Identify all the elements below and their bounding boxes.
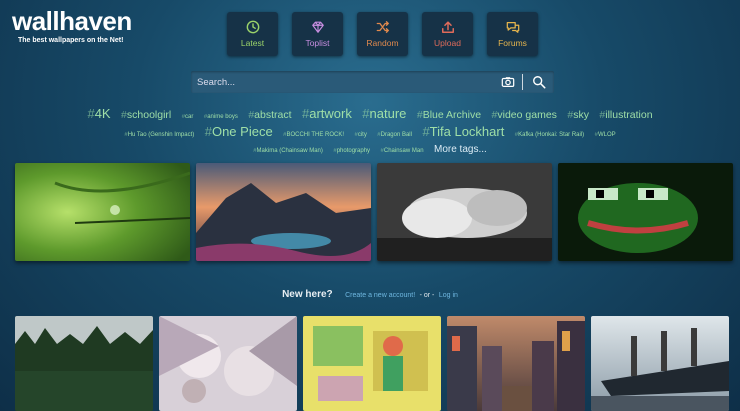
nav-random-button[interactable]: Random xyxy=(357,12,408,56)
tag-chainsaw-man[interactable]: #Chainsaw Man xyxy=(381,143,424,159)
nav-toplist-button[interactable]: Toplist xyxy=(292,12,343,56)
wallpaper-thumbnail[interactable] xyxy=(196,163,371,261)
tag-photography[interactable]: #photography xyxy=(333,143,370,159)
wallpaper-thumbnail[interactable] xyxy=(15,316,153,411)
tag-sky[interactable]: #sky xyxy=(567,106,589,124)
new-here-banner: New here? Create a new account! - or - L… xyxy=(0,284,740,302)
gem-icon xyxy=(311,21,324,33)
search-icon[interactable] xyxy=(532,75,546,89)
tag-one-piece[interactable]: #One Piece xyxy=(205,123,273,141)
tag-4k[interactable]: #4K xyxy=(87,105,110,123)
nav-toplist-label: Toplist xyxy=(305,38,330,48)
nav-latest-label: Latest xyxy=(240,38,265,48)
upload-icon xyxy=(441,21,454,33)
shuffle-icon xyxy=(376,21,389,33)
tag-artwork[interactable]: #artwork xyxy=(302,105,352,123)
tag-cloud-row-3: #Makima (Chainsaw Man) #photography #Cha… xyxy=(0,140,740,159)
tag-schoolgirl[interactable]: #schoolgirl xyxy=(121,106,171,124)
tag-makima[interactable]: #Makima (Chainsaw Man) xyxy=(253,143,323,159)
recent-wallpapers xyxy=(15,316,729,411)
clock-icon xyxy=(246,20,259,34)
site-logo[interactable]: wallhaven The best wallpapers on the Net… xyxy=(12,6,132,44)
wallpaper-thumbnail[interactable] xyxy=(377,163,552,261)
tag-illustration[interactable]: #illustration xyxy=(599,106,652,124)
wallpaper-thumbnail[interactable] xyxy=(591,316,729,411)
featured-wallpapers xyxy=(15,163,733,261)
search-input[interactable] xyxy=(191,71,503,93)
nav-forums-label: Forums xyxy=(498,38,527,48)
wallpaper-thumbnail[interactable] xyxy=(558,163,733,261)
login-link[interactable]: Log in xyxy=(439,292,458,299)
nav-latest-button[interactable]: Latest xyxy=(227,12,278,56)
create-account-link[interactable]: Create a new account! xyxy=(345,292,415,299)
wallpaper-thumbnail[interactable] xyxy=(447,316,585,411)
main-nav: Latest Toplist Random Upload Forums xyxy=(227,12,538,56)
chat-icon xyxy=(506,22,519,33)
tag-nature[interactable]: #nature xyxy=(362,105,406,123)
search-divider xyxy=(522,74,523,90)
logo-tagline: The best wallpapers on the Net! xyxy=(18,37,124,44)
new-here-heading: New here? xyxy=(282,289,333,300)
camera-icon[interactable] xyxy=(501,75,515,89)
more-tags-link[interactable]: More tags... xyxy=(434,142,487,158)
search-bar xyxy=(191,71,554,93)
tag-abstract[interactable]: #abstract xyxy=(248,106,291,124)
tag-video-games[interactable]: #video games xyxy=(492,106,557,124)
logo-text: wallhaven xyxy=(12,6,132,36)
or-separator: - or - xyxy=(419,292,435,299)
tag-blue-archive[interactable]: #Blue Archive xyxy=(417,106,481,124)
nav-forums-button[interactable]: Forums xyxy=(487,12,538,56)
nav-random-label: Random xyxy=(366,38,399,48)
tag-tifa-lockhart[interactable]: #Tifa Lockhart xyxy=(422,123,504,141)
nav-upload-label: Upload xyxy=(434,38,461,48)
wallpaper-thumbnail[interactable] xyxy=(15,163,190,261)
wallpaper-thumbnail[interactable] xyxy=(303,316,441,411)
nav-upload-button[interactable]: Upload xyxy=(422,12,473,56)
wallpaper-thumbnail[interactable] xyxy=(159,316,297,411)
